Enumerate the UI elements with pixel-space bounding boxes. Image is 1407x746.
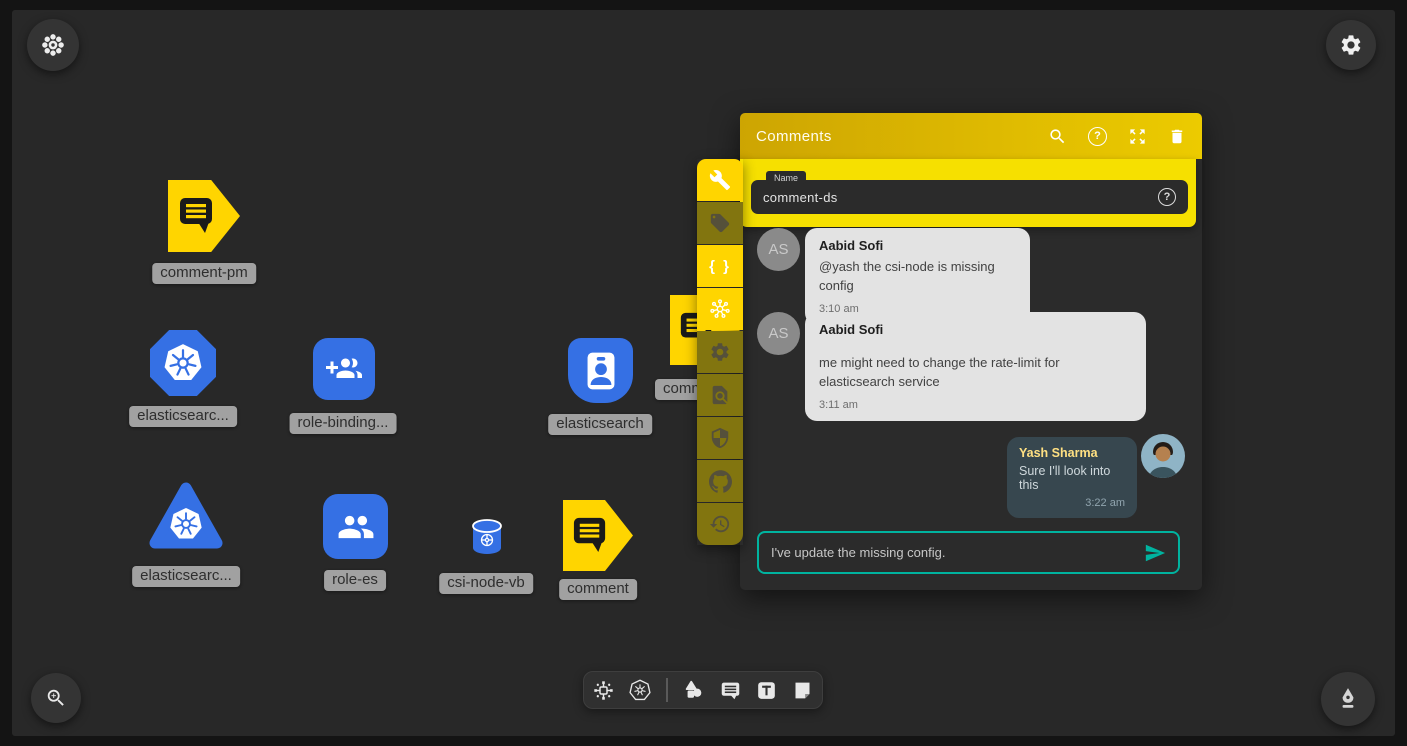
message-text: Sure I'll look into this [1019,464,1125,492]
gear-icon [1339,33,1363,57]
history-icon [709,513,731,535]
comment-tool-button[interactable] [720,680,741,701]
user-photo [1141,434,1185,478]
kubernetes-icon [163,343,203,383]
tool-security-button[interactable] [697,417,743,459]
name-field-label: Name [766,171,806,184]
braces-icon: { } [709,258,731,275]
name-section: Name comment-ds ? [740,159,1196,227]
flower-icon [40,32,66,58]
tool-github-button[interactable] [697,460,743,502]
storage-cylinder-icon [470,518,504,556]
kubernetes-icon [708,297,732,321]
message-time: 3:22 am [1019,497,1125,509]
node-label: elasticsearc... [132,566,240,587]
node-label: elasticsearch [548,414,652,435]
composer-value: I've update the missing config. [771,545,1144,560]
canvas-tools-dock [583,671,823,709]
node-action-toolbar: { } [697,159,743,545]
search-icon [1048,127,1067,146]
node-csi-node-vb[interactable] [470,518,504,556]
send-button[interactable] [1144,542,1166,564]
node-role-es[interactable] [323,494,388,559]
text-icon [756,680,777,701]
kubernetes-tool-button[interactable] [629,679,651,701]
expand-button[interactable] [1128,127,1147,146]
node-elasticsearch-octagon[interactable] [150,330,216,396]
note-tool-button[interactable] [792,680,813,701]
message-author: Yash Sharma [1019,446,1125,460]
node-label: csi-node-vb [439,573,533,594]
note-icon [792,680,813,701]
yash-avatar [1141,434,1185,478]
shield-icon [709,427,731,449]
tool-inspect-button[interactable] [697,374,743,416]
comments-panel: Comments ? [740,113,1202,590]
node-label: comment [559,579,637,600]
kubernetes-icon [629,679,651,701]
zoom-in-icon [45,687,67,709]
trash-icon [1168,127,1186,146]
search-button[interactable] [1048,127,1067,146]
message-author: Aabid Sofi [819,238,1016,253]
message-text: @yash the csi-node is missing config [819,258,1016,296]
tool-json-button[interactable]: { } [697,245,743,287]
help-button[interactable]: ? [1088,127,1107,146]
node-label: role-es [324,570,386,591]
app-logo-button[interactable] [27,19,79,71]
send-icon [1144,542,1166,564]
toolbar-divider [666,678,668,702]
settings-button[interactable] [1326,20,1376,70]
text-tool-button[interactable] [756,680,777,701]
wrench-icon [709,169,731,191]
github-icon [709,470,732,493]
message-bubble: Aabid Sofi me might need to change the r… [805,312,1146,421]
comment-icon [720,680,741,701]
tool-label-button[interactable] [697,202,743,244]
service-account-icon [581,349,621,393]
message-time: 3:11 am [819,399,1132,411]
shapes-icon [683,679,705,701]
gear-icon [709,341,731,363]
message-bubble: Yash Sharma Sure I'll look into this 3:2… [1007,437,1137,518]
expand-icon [1128,127,1147,146]
message-text: me might need to change the rate-limit f… [819,354,1132,392]
tool-configure-button[interactable] [697,159,743,201]
panel-title: Comments [756,128,1048,145]
comment-icon [177,194,217,236]
kubernetes-icon [169,507,203,541]
node-elasticsearch-triangle[interactable] [148,481,224,552]
message-author: Aabid Sofi [819,322,1132,337]
role-binding-icon [326,351,362,387]
node-label: elasticsearc... [129,406,237,427]
message-bubble: Aabid Sofi @yash the csi-node is missing… [805,228,1030,325]
avatar: AS [757,228,800,271]
zoom-button[interactable] [31,673,81,723]
design-tool-button[interactable] [593,680,614,701]
comments-panel-header[interactable]: Comments ? [740,113,1202,159]
tool-settings-button[interactable] [697,331,743,373]
comment-icon [571,514,610,555]
tool-kubernetes-button[interactable] [697,288,743,330]
doc-search-icon [709,384,731,406]
name-input[interactable]: Name comment-ds ? [751,180,1188,214]
comment-composer[interactable]: I've update the missing config. [757,531,1180,574]
node-label: comment-pm [152,263,256,284]
tag-icon [709,212,731,234]
node-label: role-binding... [290,413,397,434]
pen-nib-icon [1335,686,1361,712]
avatar: AS [757,312,800,355]
kanvas-app: comment-pm elasticsearc... role-binding.… [0,0,1407,746]
spacer [819,337,1132,354]
role-icon [337,508,375,546]
field-help-icon: ? [1158,188,1176,206]
pen-tool-button[interactable] [1321,672,1375,726]
delete-button[interactable] [1168,127,1186,146]
tool-history-button[interactable] [697,503,743,545]
shapes-tool-button[interactable] [683,679,705,701]
name-field-value: comment-ds [763,190,838,205]
node-elasticsearch-sa[interactable] [568,338,633,403]
circuit-icon [593,680,614,701]
node-role-binding[interactable] [313,338,375,400]
